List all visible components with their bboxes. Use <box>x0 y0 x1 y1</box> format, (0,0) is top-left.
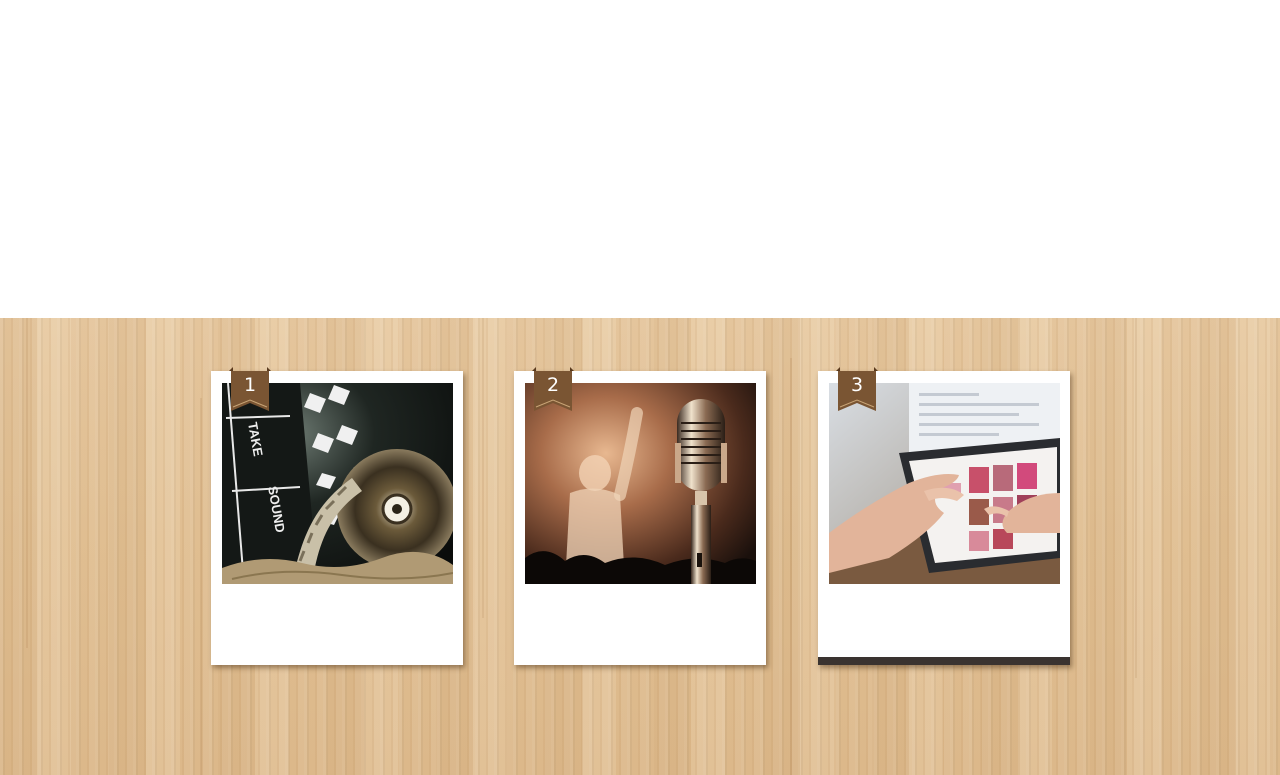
card-number-3: 3 <box>850 374 864 396</box>
plank-seam <box>482 318 484 618</box>
tablet-shopping-photo <box>829 383 1060 584</box>
gallery-card-1[interactable]: TAKE SOUND 1 <box>211 367 463 665</box>
vintage-microphone-photo <box>525 383 756 584</box>
gallery-card-3[interactable]: 3 <box>818 367 1070 665</box>
plank-seam <box>200 398 202 775</box>
plank-seam <box>1135 318 1137 678</box>
film-clapperboard-photo: TAKE SOUND <box>222 383 453 584</box>
header-blank-area <box>0 0 1280 318</box>
card-caption-area <box>525 593 756 653</box>
card-number-2: 2 <box>546 374 560 396</box>
gallery-card-2[interactable]: 2 <box>514 367 766 665</box>
plank-seam <box>790 358 792 775</box>
card-caption-area <box>829 593 1060 653</box>
card-number-1: 1 <box>243 374 257 396</box>
plank-seam <box>26 318 28 648</box>
card-caption-area <box>222 593 453 653</box>
